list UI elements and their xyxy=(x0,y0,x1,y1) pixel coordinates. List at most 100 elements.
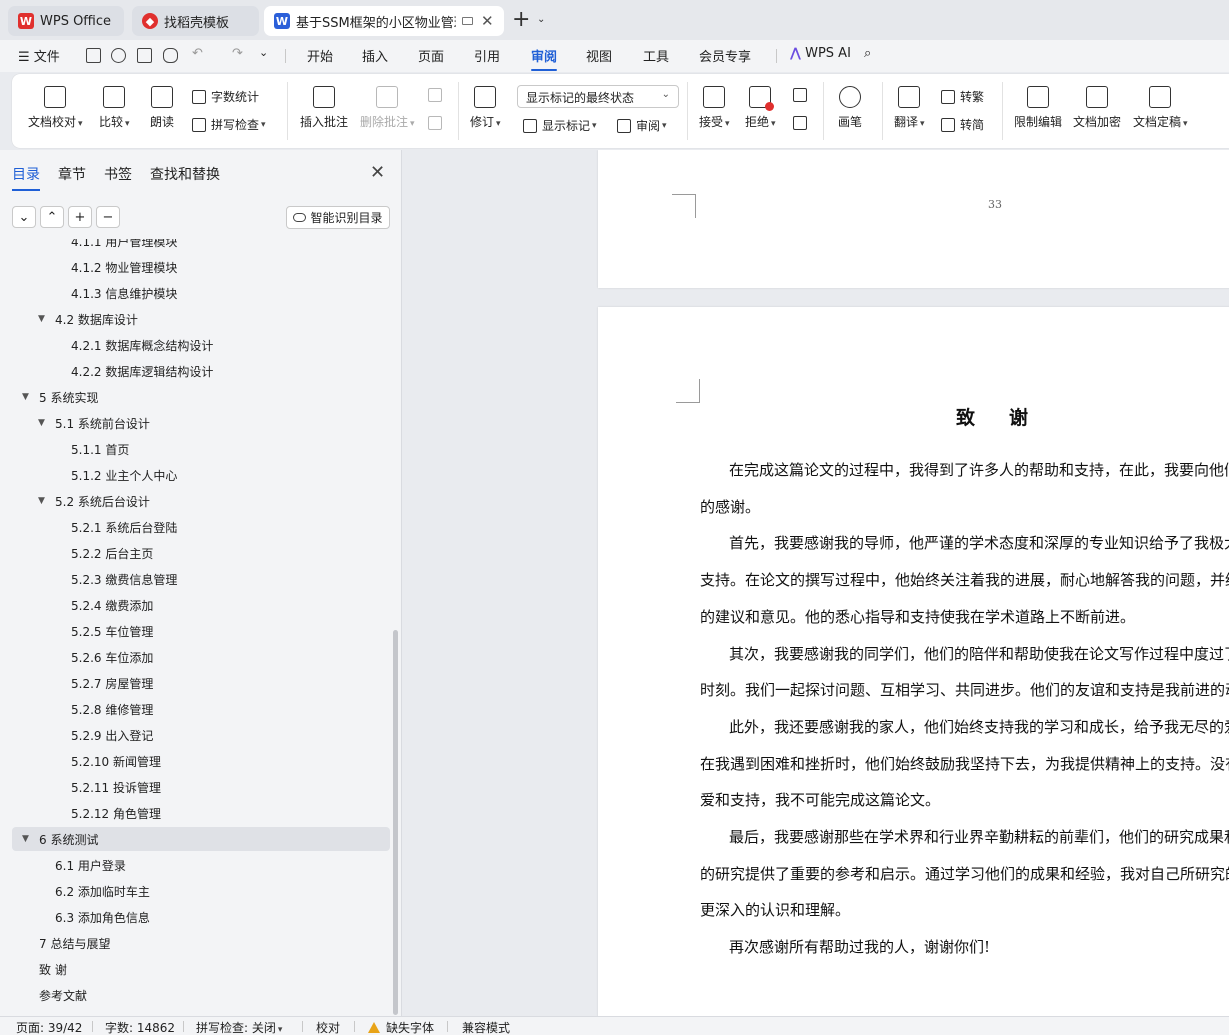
compare-button[interactable]: 比较 ▾ xyxy=(99,86,130,130)
tab-sections[interactable]: 章节 xyxy=(58,164,86,184)
accept-button[interactable]: 接受 ▾ xyxy=(699,86,730,130)
toc-item[interactable]: 5.1.1 首页 xyxy=(12,437,390,461)
share-icon[interactable] xyxy=(111,48,126,63)
print-preview-icon[interactable] xyxy=(163,48,178,63)
previous-comment-icon[interactable] xyxy=(428,88,447,102)
tab-document[interactable]: W 基于SSM框架的小区物业管理 ✕ xyxy=(264,6,504,36)
menu-membership[interactable]: 会员专享 xyxy=(699,46,751,65)
toc-item[interactable]: 参考文献 xyxy=(12,983,390,1007)
toc-item[interactable]: 4.1.2 物业管理模块 xyxy=(12,255,390,279)
markup-state-select[interactable]: 显示标记的最终状态 ⌄ xyxy=(517,85,679,108)
tab-bookmarks[interactable]: 书签 xyxy=(104,164,132,184)
toc-item[interactable]: 4.2.1 数据库概念结构设计 xyxy=(12,333,390,357)
next-change-icon[interactable] xyxy=(793,116,812,130)
menu-home[interactable]: 开始 xyxy=(307,46,333,65)
to-simplified-button[interactable]: 转简 xyxy=(941,116,984,133)
toc-item[interactable]: 6.2 添加临时车主 xyxy=(12,879,390,903)
collapse-all-button[interactable]: − xyxy=(96,206,120,228)
to-traditional-button[interactable]: 转繁 xyxy=(941,88,984,105)
expand-triangle-icon[interactable]: ▼ xyxy=(22,834,29,844)
reject-button[interactable]: 拒绝 ▾ xyxy=(745,86,776,130)
toc-item[interactable]: 5.1.2 业主个人中心 xyxy=(12,463,390,487)
toc-item[interactable]: ▼ 5.2 系统后台设计 xyxy=(12,489,390,513)
tab-find-replace[interactable]: 查找和替换 xyxy=(150,164,220,184)
toc-item[interactable]: 7 总结与展望 xyxy=(12,931,390,955)
close-tab-icon[interactable]: ✕ xyxy=(481,12,494,30)
delete-comment-button[interactable]: 删除批注 ▾ xyxy=(360,86,415,130)
expand-triangle-icon[interactable]: ▼ xyxy=(38,314,45,324)
save-icon[interactable] xyxy=(86,48,101,63)
toc-scrollbar[interactable] xyxy=(393,630,398,1015)
missing-font-status[interactable]: 缺失字体 xyxy=(368,1019,434,1035)
show-markup-button[interactable]: 显示标记 ▾ xyxy=(523,117,597,134)
menu-insert[interactable]: 插入 xyxy=(362,46,388,65)
insert-comment-button[interactable]: 插入批注 xyxy=(300,86,348,130)
device-icon[interactable] xyxy=(462,17,473,25)
tab-docer-templates[interactable]: ◆ 找稻壳模板 xyxy=(132,6,259,36)
review-pane-button[interactable]: 审阅 ▾ xyxy=(617,117,667,134)
toc-item[interactable]: 5.2.6 车位添加 xyxy=(12,645,390,669)
next-comment-icon[interactable] xyxy=(428,116,447,130)
toc-item[interactable]: 5.2.8 维修管理 xyxy=(12,697,390,721)
pen-button[interactable]: 画笔 xyxy=(838,86,862,130)
menu-references[interactable]: 引用 xyxy=(474,46,500,65)
toc-item[interactable]: 5.2.3 缴费信息管理 xyxy=(12,567,390,591)
toc-item[interactable]: 5.2.12 角色管理 xyxy=(12,801,390,825)
menu-page[interactable]: 页面 xyxy=(418,46,444,65)
restrict-edit-button[interactable]: 限制编辑 xyxy=(1014,86,1062,130)
toc-item[interactable]: ▼ 5 系统实现 xyxy=(12,385,390,409)
menu-review[interactable]: 审阅 xyxy=(531,46,558,71)
expand-all-button[interactable]: + xyxy=(68,206,92,228)
toc-item[interactable]: ▼ 5.1 系统前台设计 xyxy=(12,411,390,435)
finalize-button[interactable]: 文档定稿 ▾ xyxy=(1133,86,1188,130)
spell-check-button[interactable]: 拼写检查 ▾ xyxy=(192,116,266,133)
proofread-status[interactable]: 校对 xyxy=(316,1019,340,1035)
previous-change-icon[interactable] xyxy=(793,88,812,102)
track-changes-button[interactable]: 修订 ▾ xyxy=(470,86,501,130)
toc-item[interactable]: 5.2.2 后台主页 xyxy=(12,541,390,565)
toc-item[interactable]: 6.3 添加角色信息 xyxy=(12,905,390,929)
toc-item[interactable]: ▼ 6 系统测试 xyxy=(12,827,390,851)
chevron-down-icon[interactable]: ⌄ xyxy=(537,14,545,25)
menu-view[interactable]: 视图 xyxy=(586,46,612,65)
toc-item[interactable]: ▼ 4.2 数据库设计 xyxy=(12,307,390,331)
tab-wps-office[interactable]: W WPS Office xyxy=(8,6,124,36)
toc-item[interactable]: 5.2.9 出入登记 xyxy=(12,723,390,747)
collapse-up-button[interactable]: ⌃ xyxy=(40,206,64,228)
expand-triangle-icon[interactable]: ▼ xyxy=(22,392,29,402)
toc-item[interactable]: 5.2.5 车位管理 xyxy=(12,619,390,643)
new-tab-icon[interactable]: + xyxy=(512,8,530,32)
toc-item[interactable]: 5.2.4 缴费添加 xyxy=(12,593,390,617)
search-icon[interactable]: ⌕ xyxy=(864,46,871,61)
close-pane-icon[interactable]: ✕ xyxy=(370,162,385,183)
encrypt-button[interactable]: 文档加密 xyxy=(1073,86,1121,130)
word-count-button[interactable]: 字数统计 xyxy=(192,88,259,105)
tab-toc[interactable]: 目录 xyxy=(12,164,40,191)
expand-triangle-icon[interactable]: ▼ xyxy=(38,496,45,506)
toc-item[interactable]: 5.2.1 系统后台登陆 xyxy=(12,515,390,539)
toc-item[interactable]: 4.1.3 信息维护模块 xyxy=(12,281,390,305)
smart-toc-button[interactable]: 智能识别目录 xyxy=(286,206,390,229)
toc-item[interactable]: 4.2.2 数据库逻辑结构设计 xyxy=(12,359,390,383)
file-menu[interactable]: ☰ 文件 xyxy=(18,46,60,65)
spell-check-status[interactable]: 拼写检查: 关闭 ▾ xyxy=(196,1019,282,1035)
toc-item[interactable]: 致 谢 xyxy=(12,957,390,981)
wps-ai-button[interactable]: ⋀ WPS AI xyxy=(790,46,851,61)
toc-item[interactable]: 5.2.11 投诉管理 xyxy=(12,775,390,799)
menu-tools[interactable]: 工具 xyxy=(643,46,669,65)
toc-item[interactable]: 4.1.1 用户管理模块 xyxy=(12,239,390,253)
collapse-down-button[interactable]: ⌄ xyxy=(12,206,36,228)
redo-icon[interactable]: ↷ xyxy=(232,46,243,61)
translate-button[interactable]: 翻译 ▾ xyxy=(894,86,925,130)
doc-check-button[interactable]: 文档校对 ▾ xyxy=(28,86,83,130)
word-count-indicator[interactable]: 字数: 14862 xyxy=(105,1019,175,1035)
toc-item[interactable]: 6.1 用户登录 xyxy=(12,853,390,877)
page-indicator[interactable]: 页面: 39/42 xyxy=(16,1019,82,1035)
undo-icon[interactable]: ↶ xyxy=(192,46,203,61)
quick-access-chevron-icon[interactable]: ⌄ xyxy=(259,46,268,59)
toc-item[interactable]: 5.2.7 房屋管理 xyxy=(12,671,390,695)
expand-triangle-icon[interactable]: ▼ xyxy=(38,418,45,428)
toc-item[interactable]: 5.2.10 新闻管理 xyxy=(12,749,390,773)
print-icon[interactable] xyxy=(137,48,152,63)
read-aloud-button[interactable]: 朗读 xyxy=(150,86,174,130)
